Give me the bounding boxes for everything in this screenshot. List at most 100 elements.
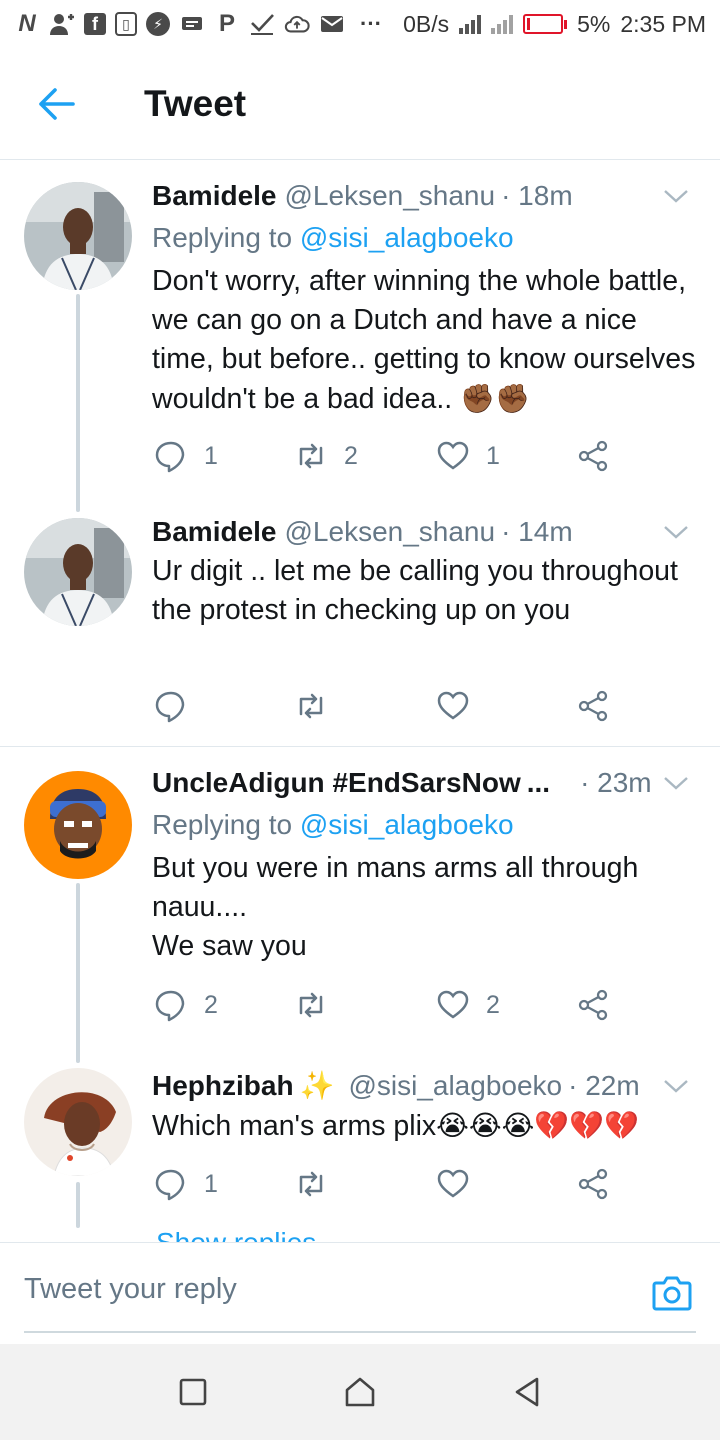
timestamp: · 22m	[568, 1070, 640, 1101]
like-button[interactable]: 2	[436, 985, 500, 1025]
tweet-header: Bamidele @Leksen_shanu · 18m	[152, 178, 696, 214]
header: Tweet	[0, 48, 720, 160]
username[interactable]: @Leksen_shanu	[285, 178, 496, 214]
like-button[interactable]	[436, 1164, 486, 1204]
share-button[interactable]	[576, 985, 610, 1025]
recents-square-icon	[180, 1378, 207, 1406]
clock: 2:35 PM	[620, 10, 706, 37]
share-button[interactable]	[576, 436, 610, 476]
reply-button[interactable]: 2	[154, 985, 218, 1025]
reply-button[interactable]: 1	[154, 436, 218, 476]
tweet[interactable]: UncleAdigun #EndSarsNow ... · 23m Replyi…	[0, 747, 720, 1063]
avatar[interactable]	[24, 518, 132, 626]
timestamp: · 23m	[580, 767, 652, 798]
replying-to-link[interactable]: @sisi_alagboeko	[300, 222, 514, 253]
heart-icon	[437, 990, 469, 1019]
avatar[interactable]	[24, 1068, 132, 1176]
reply-button[interactable]: 1	[154, 1164, 218, 1204]
reply-underline	[24, 1331, 696, 1333]
back-button[interactable]	[26, 74, 86, 134]
share-icon	[578, 690, 608, 722]
tweet-actions: 1	[152, 1164, 632, 1204]
sim-icon: ▯	[115, 12, 137, 36]
tweet-text-content: Which man's arms plix	[152, 1110, 437, 1142]
replying-prefix: Replying to	[152, 222, 300, 253]
tweet-text: Don't worry, after winning the whole bat…	[152, 262, 696, 419]
thread-line	[76, 1182, 80, 1228]
page-title: Tweet	[144, 82, 247, 124]
chevron-down-icon[interactable]	[662, 182, 690, 210]
timestamp: · 14m	[501, 516, 573, 547]
tweet[interactable]: Bamidele @Leksen_shanu · 18m Replying to…	[0, 160, 720, 512]
replying-to: Replying to @sisi_alagboeko	[152, 218, 696, 258]
replying-to-link[interactable]: @sisi_alagboeko	[300, 809, 514, 840]
share-button[interactable]	[576, 686, 610, 726]
retweet-button[interactable]	[294, 1164, 344, 1204]
heart-icon	[437, 1169, 469, 1198]
tweet[interactable]: Hephzibah ✨ @sisi_alagboeko · 22m Which …	[0, 1052, 720, 1242]
display-name[interactable]: UncleAdigun #EndSarsNow	[152, 765, 521, 801]
system-nav-bar	[0, 1344, 720, 1440]
home-icon	[345, 1377, 375, 1407]
facebook-icon: f	[84, 13, 106, 35]
recents-button[interactable]	[163, 1362, 223, 1422]
tweet-actions: 2 2	[152, 985, 632, 1025]
share-icon	[578, 440, 608, 472]
message-icon	[179, 11, 205, 37]
tweet-text: But you were in mans arms all through na…	[152, 852, 639, 962]
display-name[interactable]: Bamidele	[152, 178, 277, 214]
tweet[interactable]: Bamidele @Leksen_shanu · 14m Ur digit ..…	[0, 500, 720, 746]
reply-icon	[155, 1169, 185, 1201]
tweet-header: UncleAdigun #EndSarsNow ... · 23m	[152, 765, 696, 801]
reply-input[interactable]	[24, 1273, 624, 1306]
reply-count: 2	[204, 990, 218, 1019]
reply-icon	[155, 441, 185, 473]
signal-icon	[459, 14, 482, 34]
tweet-body: Bamidele @Leksen_shanu · 14m Ur digit ..…	[152, 514, 696, 630]
avatar[interactable]	[24, 182, 132, 290]
battery-percent: 5%	[577, 10, 611, 37]
check-icon	[249, 11, 275, 37]
display-name[interactable]: Hephzibah	[152, 1068, 294, 1104]
reply-icon	[155, 691, 185, 723]
system-status: 0B/s 5% 2:35 PM	[403, 11, 706, 38]
timestamp: · 18m	[501, 180, 573, 211]
tweet-body: Hephzibah ✨ @sisi_alagboeko · 22m Which …	[152, 1068, 696, 1146]
camera-icon[interactable]	[650, 1271, 694, 1315]
share-icon	[578, 1168, 608, 1200]
reply-button[interactable]	[154, 686, 204, 726]
show-replies-link[interactable]: Show replies	[156, 1228, 316, 1243]
like-button[interactable]	[436, 686, 486, 726]
chevron-down-icon[interactable]	[662, 1072, 690, 1100]
replying-prefix: Replying to	[152, 809, 300, 840]
cloud-upload-icon	[284, 11, 310, 37]
more-notifications-icon: ···	[360, 11, 382, 36]
tweet-text: Which man's arms plix😭😭😭💔💔💔	[152, 1106, 696, 1146]
retweet-button[interactable]	[294, 985, 344, 1025]
tweet-actions: 1 2 1	[152, 436, 632, 476]
chevron-down-icon[interactable]	[662, 518, 690, 546]
retweet-button[interactable]: 2	[294, 436, 358, 476]
tweet-body: Bamidele @Leksen_shanu · 18m Replying to…	[152, 178, 696, 419]
username[interactable]: @sisi_alagboeko	[348, 1068, 562, 1104]
retweet-count: 2	[344, 441, 358, 470]
sparkles-emoji: ✨	[299, 1070, 335, 1101]
username[interactable]: @Leksen_shanu	[285, 514, 496, 550]
like-button[interactable]: 1	[436, 436, 500, 476]
retweet-icon	[299, 693, 323, 719]
chevron-down-icon[interactable]	[662, 769, 690, 797]
retweet-button[interactable]	[294, 686, 344, 726]
tweet-text-content: Don't worry, after winning the whole bat…	[152, 265, 704, 415]
display-name[interactable]: Bamidele	[152, 514, 277, 550]
avatar[interactable]	[24, 771, 132, 879]
back-nav-button[interactable]	[497, 1362, 557, 1422]
battery-icon	[523, 14, 568, 34]
reply-count: 1	[204, 441, 218, 470]
messenger-icon: ⚡	[146, 12, 170, 36]
user-add-icon	[49, 11, 75, 37]
thread-line	[76, 294, 80, 512]
signal-2-icon	[491, 14, 514, 34]
home-button[interactable]	[330, 1362, 390, 1422]
share-button[interactable]	[576, 1164, 610, 1204]
heart-icon	[437, 691, 469, 720]
